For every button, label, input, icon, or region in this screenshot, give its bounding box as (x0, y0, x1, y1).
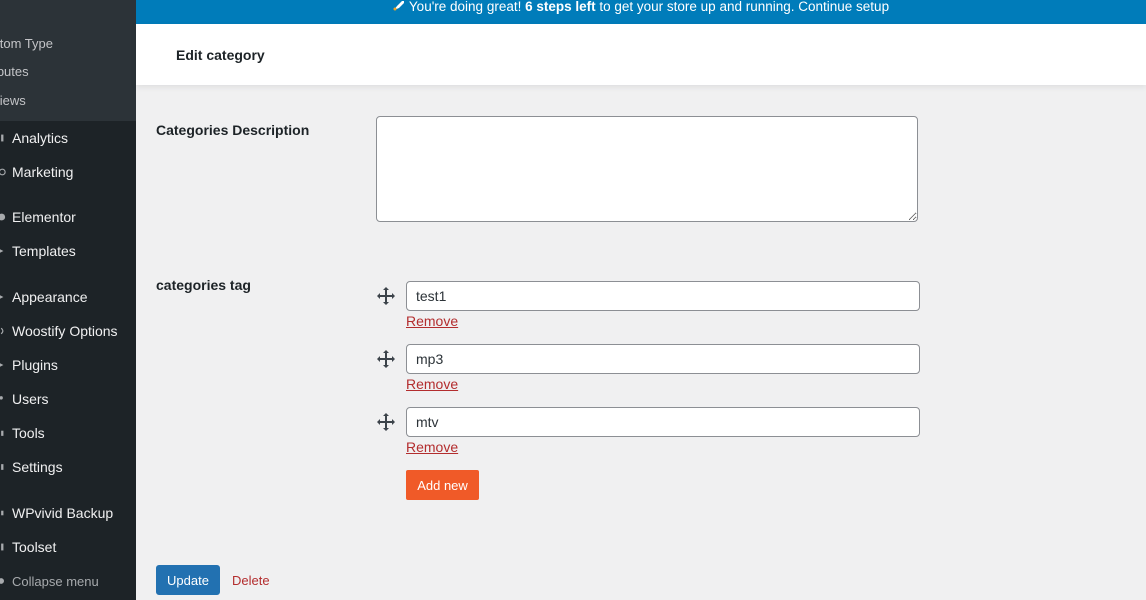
collapse-menu-button[interactable]: Collapse menu (0, 564, 136, 598)
sidebar-item-appearance[interactable]: Appearance (0, 280, 136, 314)
remove-tag-link[interactable]: Remove (406, 439, 458, 455)
setup-banner[interactable]: You're doing great! 6 steps left to get … (136, 0, 1146, 24)
tags-label: categories tag (156, 277, 251, 293)
collapse-icon (0, 564, 12, 598)
elementor-icon (0, 200, 12, 234)
banner-text: You're doing great! (408, 0, 526, 14)
sidebar-item-label: Elementor (12, 209, 76, 225)
submenu-item-custom-type[interactable]: ustom Type (0, 30, 136, 59)
sidebar-item-label: Settings (12, 459, 63, 475)
sidebar-item-label: Users (12, 391, 49, 407)
sidebar-item-settings[interactable]: Settings (0, 450, 136, 484)
sidebar-item-analytics[interactable]: Analytics (0, 121, 136, 155)
sidebar-item-marketing[interactable]: Marketing (0, 155, 136, 189)
add-new-tag-button[interactable]: Add new (406, 470, 479, 500)
sidebar-item-toolset[interactable]: Toolset (0, 530, 136, 564)
sidebar-item-label: Templates (12, 243, 76, 259)
collapse-menu-label: Collapse menu (12, 573, 99, 589)
tools-icon (0, 416, 12, 450)
sidebar-item-label: Toolset (12, 539, 57, 555)
sidebar-item-templates[interactable]: Templates (0, 234, 136, 268)
submenu-label: tributes (0, 64, 29, 79)
banner-text-continue: to get your store up and running. Contin… (595, 0, 890, 14)
plugins-icon (0, 348, 12, 382)
toolset-icon (0, 530, 12, 564)
marketing-icon (0, 155, 12, 189)
banner-steps-count: 6 steps left (525, 0, 596, 14)
page-header: Edit category (136, 24, 1146, 85)
description-label: Categories Description (156, 122, 310, 138)
users-icon (0, 382, 12, 416)
submenu-item-reviews[interactable]: eviews (0, 87, 136, 116)
submenu-label: ustom Type (0, 35, 53, 51)
appearance-icon (0, 280, 12, 314)
sidebar-item-users[interactable]: Users (0, 382, 136, 416)
tag-input[interactable] (406, 407, 920, 437)
tag-row: Remove (376, 281, 936, 341)
submenu-label: eviews (0, 92, 26, 108)
woostify-icon (0, 314, 12, 348)
move-icon[interactable] (376, 349, 396, 369)
sidebar-item-label: WPvivid Backup (12, 505, 114, 521)
remove-tag-link[interactable]: Remove (406, 376, 458, 392)
move-icon[interactable] (376, 412, 396, 432)
sidebar-item-label: Marketing (12, 164, 74, 180)
sidebar-item-elementor[interactable]: Elementor (0, 200, 136, 234)
sidebar-item-label: Woostify Options (12, 323, 118, 339)
submenu-item-attributes[interactable]: tributes (0, 58, 136, 87)
sidebar-item-tools[interactable]: Tools (0, 416, 136, 450)
sidebar-item-label: Plugins (12, 357, 58, 373)
tag-input[interactable] (406, 281, 920, 311)
admin-sidebar: gs ustom Type tributes eviews Analytics … (0, 0, 136, 600)
move-icon[interactable] (376, 286, 396, 306)
tag-row: Remove (376, 344, 936, 404)
analytics-icon (0, 121, 12, 155)
update-button[interactable]: Update (156, 565, 220, 595)
sidebar-item-label: Appearance (12, 289, 88, 305)
sidebar-item-wpvivid-backup[interactable]: WPvivid Backup (0, 496, 136, 530)
page-title: Edit category (176, 47, 265, 63)
sidebar-item-plugins[interactable]: Plugins (0, 348, 136, 382)
sidebar-item-label: Analytics (12, 130, 69, 146)
sidebar-item-woostify-options[interactable]: Woostify Options (0, 314, 136, 348)
description-textarea[interactable] (376, 116, 918, 222)
templates-icon (0, 234, 12, 268)
delete-link[interactable]: Delete (232, 573, 270, 588)
tag-input[interactable] (406, 344, 920, 374)
submenu-label: gs (0, 1, 136, 29)
tag-row: Remove (376, 407, 936, 467)
submenu-item-tags[interactable]: gs (0, 1, 136, 30)
rocket-icon (393, 0, 405, 12)
remove-tag-link[interactable]: Remove (406, 313, 458, 329)
sidebar-item-label: Tools (12, 425, 45, 441)
settings-icon (0, 450, 12, 484)
backup-icon (0, 496, 12, 530)
products-submenu: gs ustom Type tributes eviews (0, 0, 136, 121)
